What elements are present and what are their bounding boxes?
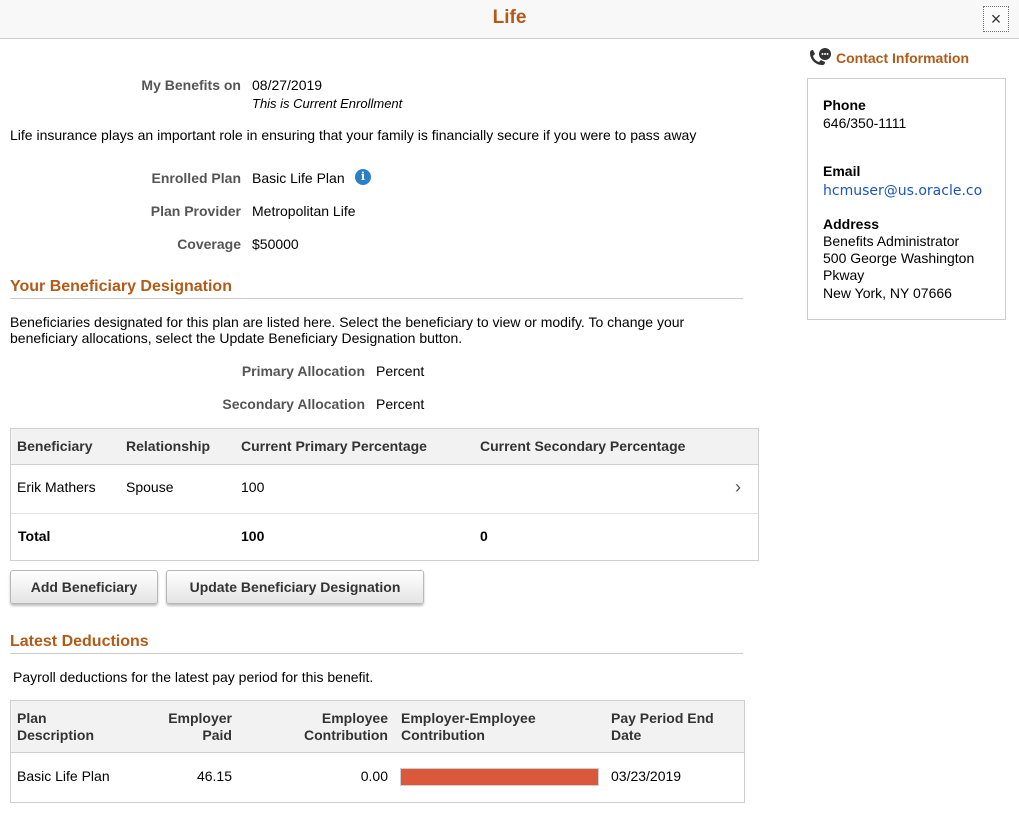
col-secondary-percentage: Current Secondary Percentage [480, 438, 686, 454]
address-line-1: Benefits Administrator [823, 233, 960, 249]
chevron-right-icon: › [735, 477, 741, 497]
col-ratio-1: Employer-Employee [401, 710, 536, 726]
deduction-pay-period-end: 03/23/2019 [611, 768, 682, 784]
beneficiary-relationship: Spouse [126, 479, 174, 495]
email-label: Email [823, 163, 861, 179]
col-employee-2: Contribution [304, 727, 388, 743]
contact-info-box: Phone 646/350-1111 Email hcmuser@us.orac… [807, 78, 1006, 320]
deduction-employee-contribution: 0.00 [360, 768, 388, 784]
beneficiary-primary: 100 [241, 479, 265, 495]
email-link[interactable]: hcmuser@us.oracle.co [823, 183, 982, 199]
plan-provider-label: Plan Provider [150, 203, 241, 219]
address-label: Address [823, 216, 880, 232]
primary-allocation-value: Percent [376, 363, 425, 379]
deductions-description: Payroll deductions for the latest pay pe… [13, 669, 374, 685]
total-secondary: 0 [480, 528, 488, 544]
deductions-grid: Plan Description Employer Paid Employee … [10, 700, 745, 803]
modal-header: Life × [0, 0, 1019, 39]
coverage-label: Coverage [177, 236, 241, 252]
deductions-section-title: Latest Deductions [10, 633, 149, 650]
close-button[interactable]: × [983, 6, 1009, 32]
address-line-3: Pkway [823, 267, 865, 283]
update-beneficiary-button[interactable]: Update Beneficiary Designation [166, 570, 424, 604]
my-benefits-label: My Benefits on [141, 77, 241, 93]
beneficiary-section-title: Your Beneficiary Designation [10, 278, 232, 295]
col-date-1: Pay Period End [611, 710, 714, 726]
info-icon[interactable]: i [355, 169, 371, 185]
primary-allocation-label: Primary Allocation [241, 363, 365, 379]
phone-label: Phone [823, 97, 866, 113]
section-divider [10, 298, 743, 299]
col-primary-percentage: Current Primary Percentage [241, 438, 427, 454]
address-line-4: New York, NY 07666 [823, 285, 952, 301]
col-employer-2: Paid [202, 727, 232, 743]
section-divider [10, 653, 743, 654]
col-employee-1: Employee [321, 710, 388, 726]
beneficiary-grid: Beneficiary Relationship Current Primary… [10, 428, 759, 561]
close-icon: × [990, 9, 1002, 29]
beneficiary-description-2: beneficiary allocations, select the Upda… [10, 330, 463, 346]
enrolled-plan-label: Enrolled Plan [151, 170, 241, 186]
contribution-bar [400, 768, 599, 786]
phone-chat-icon [810, 48, 831, 65]
employer-share-fill [401, 769, 598, 785]
col-plan-1: Plan [17, 710, 47, 726]
secondary-allocation-label: Secondary Allocation [222, 396, 365, 412]
col-plan-2: Description [17, 727, 95, 743]
beneficiary-grid-header: Beneficiary Relationship Current Primary… [11, 429, 758, 465]
secondary-allocation-value: Percent [376, 396, 425, 412]
col-date-2: Date [611, 727, 642, 743]
total-row: Total 100 0 [11, 514, 758, 561]
add-beneficiary-button[interactable]: Add Beneficiary [10, 570, 158, 604]
phone-value: 646/350-1111 [823, 115, 907, 131]
col-relationship: Relationship [126, 438, 211, 454]
contact-title: Contact Information [836, 50, 969, 66]
deductions-grid-header: Plan Description Employer Paid Employee … [11, 701, 744, 753]
plan-provider-value: Metropolitan Life [252, 203, 356, 219]
total-label: Total [18, 528, 51, 544]
beneficiary-name: Erik Mathers [17, 479, 96, 495]
deduction-plan: Basic Life Plan [17, 768, 110, 784]
benefits-date: 08/27/2019 [252, 77, 323, 93]
beneficiary-description-1: Beneficiaries designated for this plan a… [10, 314, 685, 330]
enrolled-plan-value: Basic Life Plan [252, 170, 345, 186]
col-employer-1: Employer [168, 710, 232, 726]
coverage-value: $50000 [252, 236, 299, 252]
table-row: Basic Life Plan 46.15 0.00 03/23/2019 [11, 753, 744, 803]
table-row[interactable]: Erik Mathers Spouse 100 › [11, 464, 758, 514]
deduction-employer-paid: 46.15 [196, 768, 232, 784]
enrollment-note: This is Current Enrollment [252, 96, 403, 111]
total-primary: 100 [241, 528, 265, 544]
address-line-2: 500 George Washington [823, 250, 975, 266]
col-ratio-2: Contribution [401, 727, 485, 743]
intro-text: Life insurance plays an important role i… [10, 127, 697, 143]
page-title: Life [492, 7, 527, 28]
col-beneficiary: Beneficiary [17, 438, 93, 454]
